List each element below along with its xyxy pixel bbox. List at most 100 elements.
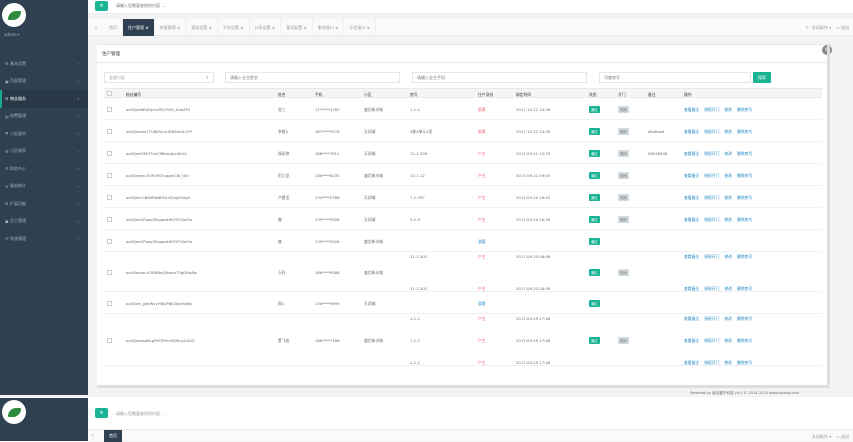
- global-search-placeholder[interactable]: 请输入您需要查找的内容 ...: [116, 411, 165, 417]
- tab-4[interactable]: 平台设置 ⊗: [218, 19, 250, 36]
- vertical-scrollbar[interactable]: [827, 44, 830, 385]
- row-checkbox[interactable]: [107, 106, 112, 112]
- tab-8[interactable]: 乐信接口 ⊗: [344, 19, 376, 36]
- row-action-link[interactable]: 查看备注: [684, 129, 699, 134]
- row-action-link[interactable]: 删除房号: [737, 151, 752, 156]
- tab-1[interactable]: 住户管理 ⊗: [123, 19, 155, 36]
- row-action-link[interactable]: 查看备注: [684, 173, 699, 178]
- row-action-link[interactable]: 授权开门: [704, 129, 719, 134]
- row-checkbox[interactable]: [107, 194, 112, 200]
- tab-scroll-left-icon[interactable]: «: [88, 19, 104, 36]
- row-action-link[interactable]: 删除房号: [737, 286, 752, 291]
- row-action-link[interactable]: 授权开门: [704, 151, 719, 156]
- sidebar-item-10[interactable]: ☵ 系统管理 ‹: [0, 230, 88, 248]
- row-action-link[interactable]: 授权开门: [704, 338, 719, 343]
- row-action-link[interactable]: 修改: [724, 107, 732, 112]
- tab-home[interactable]: 首页: [104, 430, 122, 442]
- row-action-link[interactable]: 修改: [724, 173, 732, 178]
- sidebar-item-7[interactable]: ≋ 服务统计 ‹: [0, 178, 88, 196]
- logout-link[interactable]: ⇨ 退出: [836, 434, 849, 440]
- sidebar-item-1[interactable]: ▣ 页面管理 ‹: [0, 73, 88, 91]
- row-action-link[interactable]: 修改: [724, 129, 732, 134]
- row-checkbox[interactable]: [107, 269, 112, 275]
- row-action-link[interactable]: 修改: [724, 316, 732, 321]
- row-action-link[interactable]: 授权开门: [704, 195, 719, 200]
- row-action-link[interactable]: 修改: [724, 151, 732, 156]
- row-action-link[interactable]: 删除房号: [737, 173, 752, 178]
- door-badge[interactable]: 关闭: [618, 194, 629, 201]
- row-checkbox[interactable]: [107, 337, 112, 343]
- close-operations-dropdown[interactable]: 关闭操作 ▾: [812, 434, 831, 440]
- row-action-link[interactable]: 授权开门: [704, 173, 719, 178]
- row-action-link[interactable]: 修改: [724, 254, 732, 259]
- sidebar-item-0[interactable]: ⚙ 基本设置 ‹: [0, 55, 88, 73]
- row-checkbox[interactable]: [107, 300, 112, 306]
- tab-7[interactable]: 聚合接口 ⊗: [313, 19, 345, 36]
- row-checkbox[interactable]: [107, 172, 112, 178]
- sidebar-item-9[interactable]: ☗ 员工管理 ‹: [0, 213, 88, 231]
- row-action-link[interactable]: 授权开门: [704, 217, 719, 222]
- door-badge[interactable]: 关闭: [618, 269, 629, 276]
- search-button[interactable]: 搜索: [753, 72, 771, 83]
- global-search-input[interactable]: [116, 3, 236, 8]
- row-action-link[interactable]: 修改: [724, 360, 732, 365]
- sidebar-item-3[interactable]: ▤ 收费管理 ‹: [0, 108, 88, 126]
- door-badge[interactable]: 关闭: [618, 106, 629, 113]
- row-action-link[interactable]: 删除房号: [737, 316, 752, 321]
- tab-2[interactable]: 房屋管理 ⊗: [155, 19, 187, 36]
- row-action-link[interactable]: 授权开门: [704, 316, 719, 321]
- row-checkbox[interactable]: [107, 238, 112, 244]
- row-action-link[interactable]: 删除房号: [737, 129, 752, 134]
- row-action-link[interactable]: 修改: [724, 195, 732, 200]
- horizontal-scrollbar[interactable]: [97, 385, 829, 388]
- tab-5[interactable]: 分享设置 ⊗: [250, 19, 282, 36]
- row-action-link[interactable]: 查看备注: [684, 360, 699, 365]
- row-action-link[interactable]: 删除房号: [737, 360, 752, 365]
- row-action-link[interactable]: 查看备注: [684, 338, 699, 343]
- user-name[interactable]: admin+: [4, 32, 20, 37]
- row-action-link[interactable]: 授权开门: [704, 107, 719, 112]
- logout-link[interactable]: ⇨ 退出: [836, 25, 849, 31]
- sidebar-item-5[interactable]: ⚒ 小区商家 ‹: [0, 143, 88, 161]
- row-checkbox[interactable]: [107, 150, 112, 156]
- row-checkbox[interactable]: [107, 128, 112, 134]
- row-action-link[interactable]: 删除房号: [737, 107, 752, 112]
- menu-toggle-button[interactable]: ≡: [95, 1, 108, 11]
- row-action-link[interactable]: 修改: [724, 217, 732, 222]
- row-action-link[interactable]: 查看备注: [684, 316, 699, 321]
- sidebar-item-6[interactable]: ☰ 财务中心 ‹: [0, 160, 88, 178]
- row-action-link[interactable]: 查看备注: [684, 217, 699, 222]
- sidebar-item-4[interactable]: ⚑ 小区超市 ‹: [0, 125, 88, 143]
- menu-toggle-button[interactable]: ≡: [95, 408, 108, 418]
- door-badge[interactable]: 关闭: [618, 128, 629, 135]
- door-badge[interactable]: 关闭: [618, 172, 629, 179]
- tab-6[interactable]: 基本配置 ⊗: [281, 19, 313, 36]
- row-checkbox[interactable]: [107, 216, 112, 222]
- row-action-link[interactable]: 查看备注: [684, 151, 699, 156]
- tab-scroll-left-icon[interactable]: «: [91, 433, 94, 439]
- row-action-link[interactable]: 授权开门: [704, 360, 719, 365]
- row-action-link[interactable]: 删除房号: [737, 195, 752, 200]
- row-action-link[interactable]: 查看备注: [684, 107, 699, 112]
- row-action-link[interactable]: 删除房号: [737, 338, 752, 343]
- close-operations-dropdown[interactable]: 关闭操作 ▾: [812, 25, 831, 31]
- row-action-link[interactable]: 查看备注: [684, 195, 699, 200]
- door-badge[interactable]: 关闭: [618, 216, 629, 223]
- row-action-link[interactable]: 修改: [724, 286, 732, 291]
- row-action-link[interactable]: 授权开门: [704, 254, 719, 259]
- sidebar-item-2[interactable]: ⊡ 物业服务 ‹: [0, 90, 88, 108]
- row-action-link[interactable]: 删除房号: [737, 217, 752, 222]
- row-action-link[interactable]: 查看备注: [684, 286, 699, 291]
- community-select[interactable]: 全部小区 ⇕: [104, 72, 214, 83]
- tab-0[interactable]: 首页: [104, 19, 123, 36]
- row-action-link[interactable]: 修改: [724, 338, 732, 343]
- door-badge[interactable]: 关闭: [618, 337, 629, 344]
- owner-phone-input[interactable]: [412, 72, 587, 83]
- row-action-link[interactable]: 删除房号: [737, 254, 752, 259]
- room-number-input[interactable]: [599, 72, 751, 83]
- row-action-link[interactable]: 查看备注: [684, 254, 699, 259]
- select-all-checkbox[interactable]: [107, 91, 112, 96]
- door-badge[interactable]: 关闭: [618, 150, 629, 157]
- sidebar-item-8[interactable]: ⊞ 扩展功能 ‹: [0, 195, 88, 213]
- owner-name-input[interactable]: [225, 72, 400, 83]
